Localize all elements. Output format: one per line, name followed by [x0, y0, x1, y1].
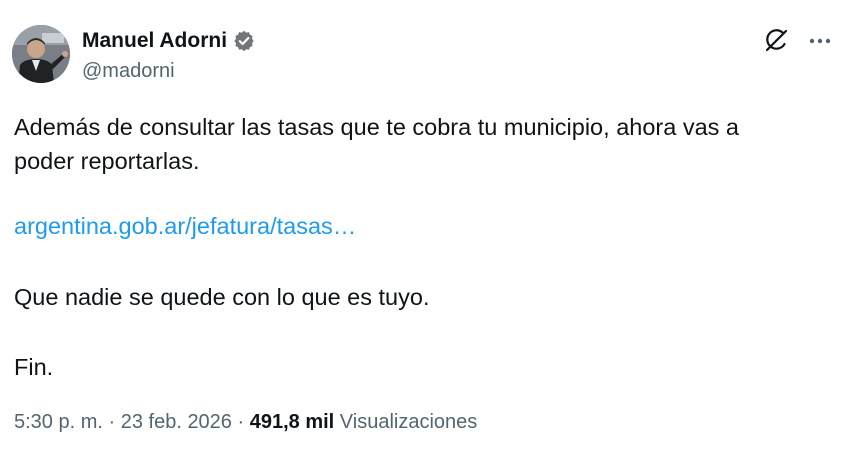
- tweet-time[interactable]: 5:30 p. m.: [14, 411, 103, 433]
- verified-badge-icon[interactable]: [233, 30, 255, 52]
- avatar-image: [12, 25, 70, 83]
- tweet-text-line-1: Además de consultar las tasas que te cob…: [14, 114, 739, 140]
- tweet-top-actions: [763, 28, 831, 54]
- tweet-card: Manuel Adorni @madorni Además de consult…: [0, 0, 849, 449]
- tweet-link[interactable]: argentina.gob.ar/jefatura/tasas…: [14, 209, 356, 243]
- meta-separator: ·: [102, 411, 121, 433]
- more-dots-icon[interactable]: [809, 30, 831, 52]
- avatar[interactable]: [12, 25, 70, 83]
- author-handle[interactable]: @madorni: [82, 59, 175, 83]
- author-name-row: Manuel Adorni: [82, 28, 255, 54]
- views-label: Visualizaciones: [334, 411, 478, 433]
- author-display-name[interactable]: Manuel Adorni: [82, 28, 227, 54]
- grok-icon[interactable]: [763, 28, 789, 54]
- meta-separator: ·: [231, 411, 250, 433]
- tweet-meta: 5:30 p. m. · 23 feb. 2026 · 491,8 mil Vi…: [14, 409, 477, 435]
- views-count[interactable]: 491,8 mil: [250, 411, 335, 433]
- tweet-text-line-4: Fin.: [14, 354, 54, 380]
- tweet-text-line-2: poder reportarlas.: [14, 148, 200, 174]
- tweet-text-line-3: Que nadie se quede con lo que es tuyo.: [14, 284, 430, 310]
- tweet-date[interactable]: 23 feb. 2026: [121, 411, 232, 433]
